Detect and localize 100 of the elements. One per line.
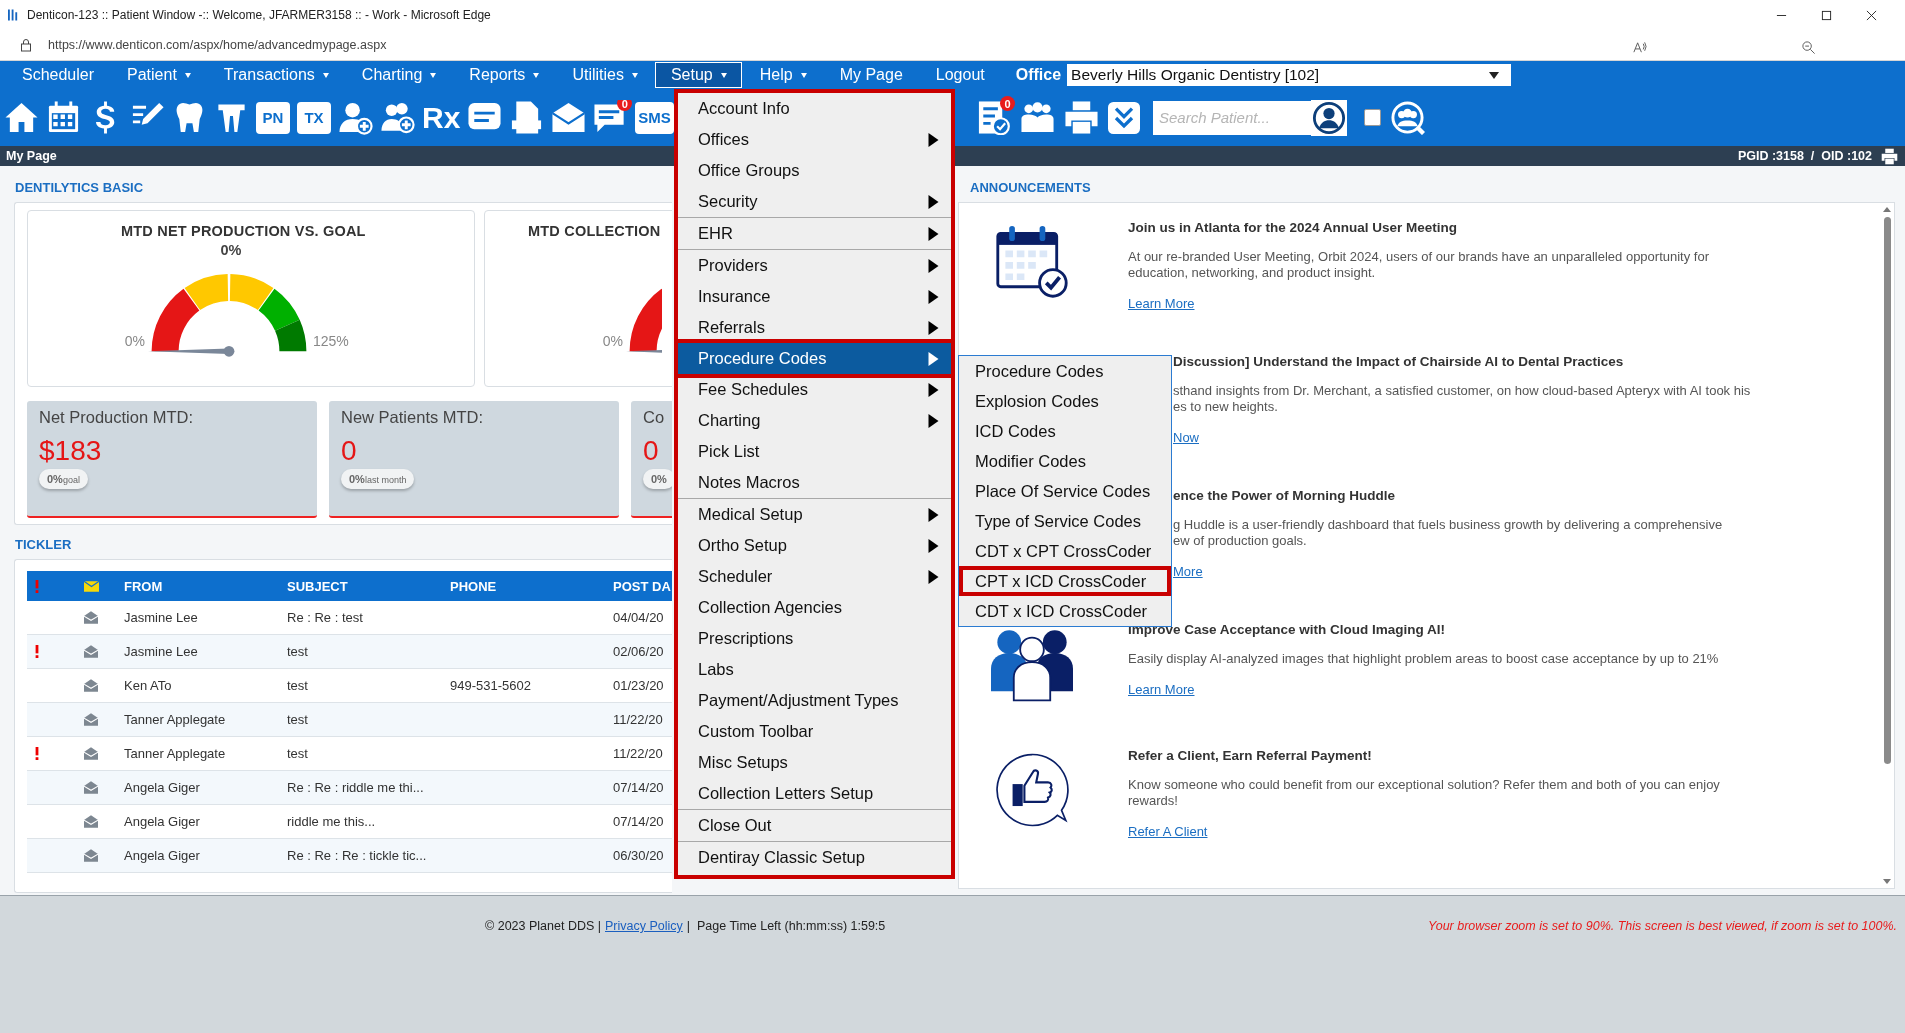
open-envelope-icon[interactable]	[84, 713, 98, 726]
prescription-button[interactable]: Rx	[422, 100, 461, 135]
menu-item[interactable]: EHR	[678, 218, 951, 249]
window-title: Denticon-123 :: Patient Window -:: Welcome, JFARMER3158 :: - Work - Microsoft Edge	[27, 8, 492, 22]
menu-item[interactable]: Pick List	[678, 436, 951, 467]
menu-item[interactable]: Referrals	[678, 312, 951, 343]
menu-item[interactable]: Custom Toolbar	[678, 716, 951, 747]
announcement-link[interactable]: Learn More	[1128, 296, 1195, 311]
menu-item[interactable]: Office Groups	[678, 155, 951, 186]
nav-menu-item[interactable]: Scheduler	[6, 62, 110, 88]
nav-menu-item[interactable]: Charting	[345, 62, 452, 88]
open-envelope-icon[interactable]	[84, 611, 98, 624]
menu-item[interactable]: Security	[678, 186, 951, 217]
nav-menu-item[interactable]: Utilities	[556, 62, 653, 88]
nav-menu-item[interactable]: Help	[743, 62, 822, 88]
open-envelope-icon[interactable]	[84, 679, 98, 692]
envelope-icon[interactable]	[551, 100, 587, 135]
menu-item[interactable]: Explosion Codes	[959, 386, 1171, 416]
announcement-link[interactable]: Refer A Client	[1128, 824, 1208, 839]
nav-menu-item[interactable]: Patient	[111, 62, 206, 88]
chevron-down-icon[interactable]	[1108, 101, 1140, 134]
caret-icon	[184, 72, 191, 78]
toolbar-button[interactable]: SMS	[635, 101, 674, 134]
stat-pill: 0%goal	[39, 469, 88, 489]
menu-item[interactable]: Procedure Codes	[959, 356, 1171, 386]
scroll-down-icon[interactable]	[1883, 879, 1891, 884]
open-envelope-icon[interactable]	[84, 781, 98, 794]
nav-menu-item[interactable]: Setup	[654, 62, 742, 88]
gauge-value: 0%	[220, 242, 242, 260]
printer-icon[interactable]	[1880, 147, 1899, 165]
column-header[interactable]: SUBJECT	[287, 578, 450, 594]
menu-item[interactable]: Modifier Codes	[959, 446, 1171, 476]
menu-item[interactable]: Collection Letters Setup	[678, 778, 951, 809]
menu-item[interactable]: Scheduler	[678, 561, 951, 592]
menu-item[interactable]: Misc Setups	[678, 747, 951, 778]
submenu-arrow-icon	[928, 194, 939, 209]
toolbar-button[interactable]: TX	[297, 101, 331, 134]
menu-item[interactable]: Dentiray Classic Setup	[678, 842, 951, 873]
group-search-icon[interactable]	[1390, 100, 1425, 135]
toolbar-button[interactable]: PN	[256, 101, 290, 134]
open-envelope-icon[interactable]	[84, 645, 98, 658]
menu-item[interactable]: Providers	[678, 250, 951, 281]
add-person-icon[interactable]	[338, 100, 373, 135]
people-icon[interactable]	[1020, 100, 1055, 135]
column-header[interactable]: POST DA	[613, 578, 672, 594]
privacy-policy-link[interactable]: Privacy Policy	[605, 919, 683, 933]
column-header[interactable]: PHONE	[450, 578, 613, 594]
menu-item[interactable]: Prescriptions	[678, 623, 951, 654]
app-icon	[8, 8, 19, 22]
menu-item[interactable]: Payment/Adjustment Types	[678, 685, 951, 716]
menu-item[interactable]: Type of Service Codes	[959, 506, 1171, 536]
announcement-title: Discussion] Understand the Impact of Chairside AI to Dental Practices	[1173, 354, 1625, 369]
menu-item[interactable]: Fee Schedules	[678, 374, 951, 405]
submenu-arrow-icon	[928, 320, 939, 335]
stat-pill: 0%last month	[341, 469, 415, 489]
submenu-arrow-icon	[928, 132, 939, 147]
menu-item[interactable]: Insurance	[678, 281, 951, 312]
menu-item[interactable]: Place Of Service Codes	[959, 476, 1171, 506]
open-envelope-icon[interactable]	[84, 849, 98, 862]
maximize-icon[interactable]	[1821, 9, 1832, 21]
menu-item[interactable]: Charting	[678, 405, 951, 436]
close-icon[interactable]	[1866, 9, 1877, 21]
patient-search-icon[interactable]	[1311, 99, 1347, 136]
scroll-up-icon[interactable]	[1883, 207, 1891, 212]
menu-item[interactable]: CDT x CPT CrossCoder	[959, 536, 1171, 566]
announcement-text: ew of production goals.	[1173, 533, 1308, 549]
menu-item[interactable]: Account Info	[678, 93, 951, 124]
column-header[interactable]: FROM	[124, 578, 287, 594]
checklist-icon[interactable]	[976, 100, 1011, 135]
menu-item[interactable]: Collection Agencies	[678, 592, 951, 623]
nav-menu-item[interactable]: Transactions	[207, 62, 344, 88]
calendar-icon[interactable]	[46, 100, 81, 135]
announcement-text: education, networking, and product insight.	[1128, 265, 1377, 281]
announcement-link[interactable]: Now	[1173, 430, 1199, 445]
printer-icon[interactable]	[1064, 100, 1099, 135]
menu-item[interactable]: CPT x ICD CrossCoder	[959, 566, 1171, 596]
menu-item[interactable]: Medical Setup	[678, 499, 951, 530]
office-select[interactable]: Beverly Hills Organic Dentistry [102]	[1067, 64, 1512, 86]
add-people-icon[interactable]	[380, 100, 415, 135]
menu-item[interactable]: Offices	[678, 124, 951, 155]
checkbox[interactable]	[1364, 109, 1381, 126]
menu-item[interactable]: Close Out	[678, 810, 951, 841]
search-field[interactable]: Search Patient...	[1153, 100, 1311, 135]
menu-item[interactable]: Ortho Setup	[678, 530, 951, 561]
home-icon[interactable]	[4, 100, 39, 135]
announcement-link[interactable]: More	[1173, 564, 1203, 579]
stat-label: New Patients MTD:	[341, 408, 485, 427]
nav-menu-item[interactable]: Reports	[453, 62, 555, 88]
table-cell-text: 01/23/20	[613, 678, 665, 693]
caret-icon	[430, 72, 437, 78]
zoom-warning: Your browser zoom is set to 90%. This screen is best viewed, if zoom is set to 100%.	[1428, 919, 1897, 933]
nav-menu-item[interactable]: Logout	[919, 62, 1000, 88]
open-envelope-icon[interactable]	[84, 815, 98, 828]
menu-item[interactable]: ICD Codes	[959, 416, 1171, 446]
lock-icon[interactable]	[20, 38, 32, 52]
nav-menu-item[interactable]: My Page	[823, 62, 918, 88]
menu-item[interactable]: Labs	[678, 654, 951, 685]
menu-item[interactable]: Notes Macros	[678, 467, 951, 498]
open-envelope-icon[interactable]	[84, 747, 98, 760]
announcement-link[interactable]: Learn More	[1128, 682, 1195, 697]
